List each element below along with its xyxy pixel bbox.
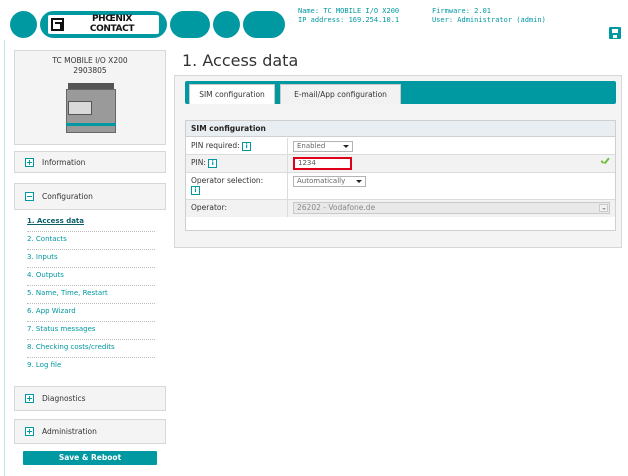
device-article-number: 2903805 — [73, 66, 107, 75]
pin-required-label: PIN required: — [191, 141, 240, 150]
nav-access-data[interactable]: 1. Access data — [27, 214, 155, 232]
device-name-line: Name: TC MOBILE I/O X200 — [298, 7, 400, 15]
diagnostics-label[interactable]: Diagnostics — [42, 394, 86, 403]
administration-panel[interactable]: Administration — [14, 419, 166, 444]
configuration-panel[interactable]: Configuration — [14, 183, 166, 210]
pin-label: PIN: — [191, 158, 206, 167]
session-info: Firmware: 2.01 User: Administrator (admi… — [432, 7, 546, 25]
collapse-minus-icon[interactable] — [25, 192, 34, 201]
pin-required-row: PIN required: i Enabled — [186, 138, 615, 155]
user-line: User: Administrator (admin) — [432, 16, 546, 24]
operator-label: Operator: — [191, 203, 227, 212]
dropdown-arrow-icon — [599, 204, 608, 212]
tab-email-app-configuration[interactable]: E-mail/App configuration — [280, 84, 401, 104]
dropdown-arrow-icon — [356, 180, 362, 183]
configuration-label[interactable]: Configuration — [42, 192, 93, 201]
operator-select: 26202 - Vodafone.de — [293, 202, 610, 214]
checkmark-icon — [600, 158, 609, 166]
nav-checking-costs[interactable]: 8. Checking costs/credits — [27, 340, 155, 358]
header-decor-pill — [10, 11, 37, 38]
tab-sim-configuration[interactable]: SIM configuration — [189, 84, 275, 104]
info-icon[interactable]: i — [208, 158, 218, 168]
operator-selection-select[interactable]: Automatically — [293, 176, 366, 187]
header-decor-pill — [213, 11, 240, 38]
nav-status-messages[interactable]: 7. Status messages — [27, 322, 155, 340]
save-icon[interactable] — [609, 27, 621, 39]
dropdown-arrow-icon — [343, 145, 349, 148]
section-heading: SIM configuration — [186, 121, 615, 137]
left-divider — [4, 40, 5, 476]
info-icon[interactable]: i — [242, 141, 252, 151]
information-panel[interactable]: Information — [14, 151, 166, 173]
nav-log-file[interactable]: 9. Log file — [27, 358, 155, 376]
firmware-line: Firmware: 2.01 — [432, 7, 492, 15]
device-image — [60, 83, 120, 135]
diagnostics-panel[interactable]: Diagnostics — [14, 386, 166, 411]
nav-outputs[interactable]: 4. Outputs — [27, 268, 155, 286]
pin-row: PIN: i 1234 — [186, 155, 615, 173]
device-info: Name: TC MOBILE I/O X200 IP address: 169… — [298, 7, 399, 25]
expand-plus-icon[interactable] — [25, 394, 34, 403]
expand-plus-icon[interactable] — [25, 427, 34, 436]
operator-value: 26202 - Vodafone.de — [297, 203, 376, 212]
device-card: TC MOBILE I/O X200 2903805 — [14, 50, 166, 145]
operator-selection-label: Operator selection: — [191, 176, 264, 185]
pin-required-value: Enabled — [297, 142, 326, 150]
device-model: TC MOBILE I/O X200 — [52, 56, 128, 65]
operator-selection-value: Automatically — [297, 177, 346, 185]
nav-app-wizard[interactable]: 6. App Wizard — [27, 304, 155, 322]
pin-required-select[interactable]: Enabled — [293, 141, 353, 152]
pin-input[interactable]: 1234 — [293, 157, 352, 170]
nav-inputs[interactable]: 3. Inputs — [27, 250, 155, 268]
sim-config-form: SIM configuration PIN required: i Enable… — [185, 120, 616, 231]
phoenix-contact-logo: PHŒNIX CONTACT — [40, 11, 167, 38]
info-icon[interactable]: i — [191, 185, 200, 195]
header-decor-pill — [170, 11, 210, 38]
administration-label[interactable]: Administration — [42, 427, 97, 436]
logo-line2: CONTACT — [89, 23, 135, 34]
nav-name-time-restart[interactable]: 5. Name, Time, Restart — [27, 286, 155, 304]
save-reboot-button[interactable]: Save & Reboot — [23, 451, 157, 465]
operator-row: Operator: 26202 - Vodafone.de — [186, 200, 615, 217]
content-panel: SIM configuration E-mail/App configurati… — [174, 75, 622, 248]
logo-mark-icon — [51, 18, 64, 31]
information-label[interactable]: Information — [42, 158, 85, 167]
page-title: 1. Access data — [182, 51, 299, 70]
header-bar: PHŒNIX CONTACT Name: TC MOBILE I/O X200 … — [0, 0, 628, 40]
header-decor-pill — [243, 11, 285, 38]
expand-plus-icon[interactable] — [25, 158, 34, 167]
operator-selection-row: Operator selection: i Automatically — [186, 173, 615, 200]
ip-address-line: IP address: 169.254.10.1 — [298, 16, 400, 24]
nav-contacts[interactable]: 2. Contacts — [27, 232, 155, 250]
tab-bar: SIM configuration E-mail/App configurati… — [185, 81, 616, 104]
